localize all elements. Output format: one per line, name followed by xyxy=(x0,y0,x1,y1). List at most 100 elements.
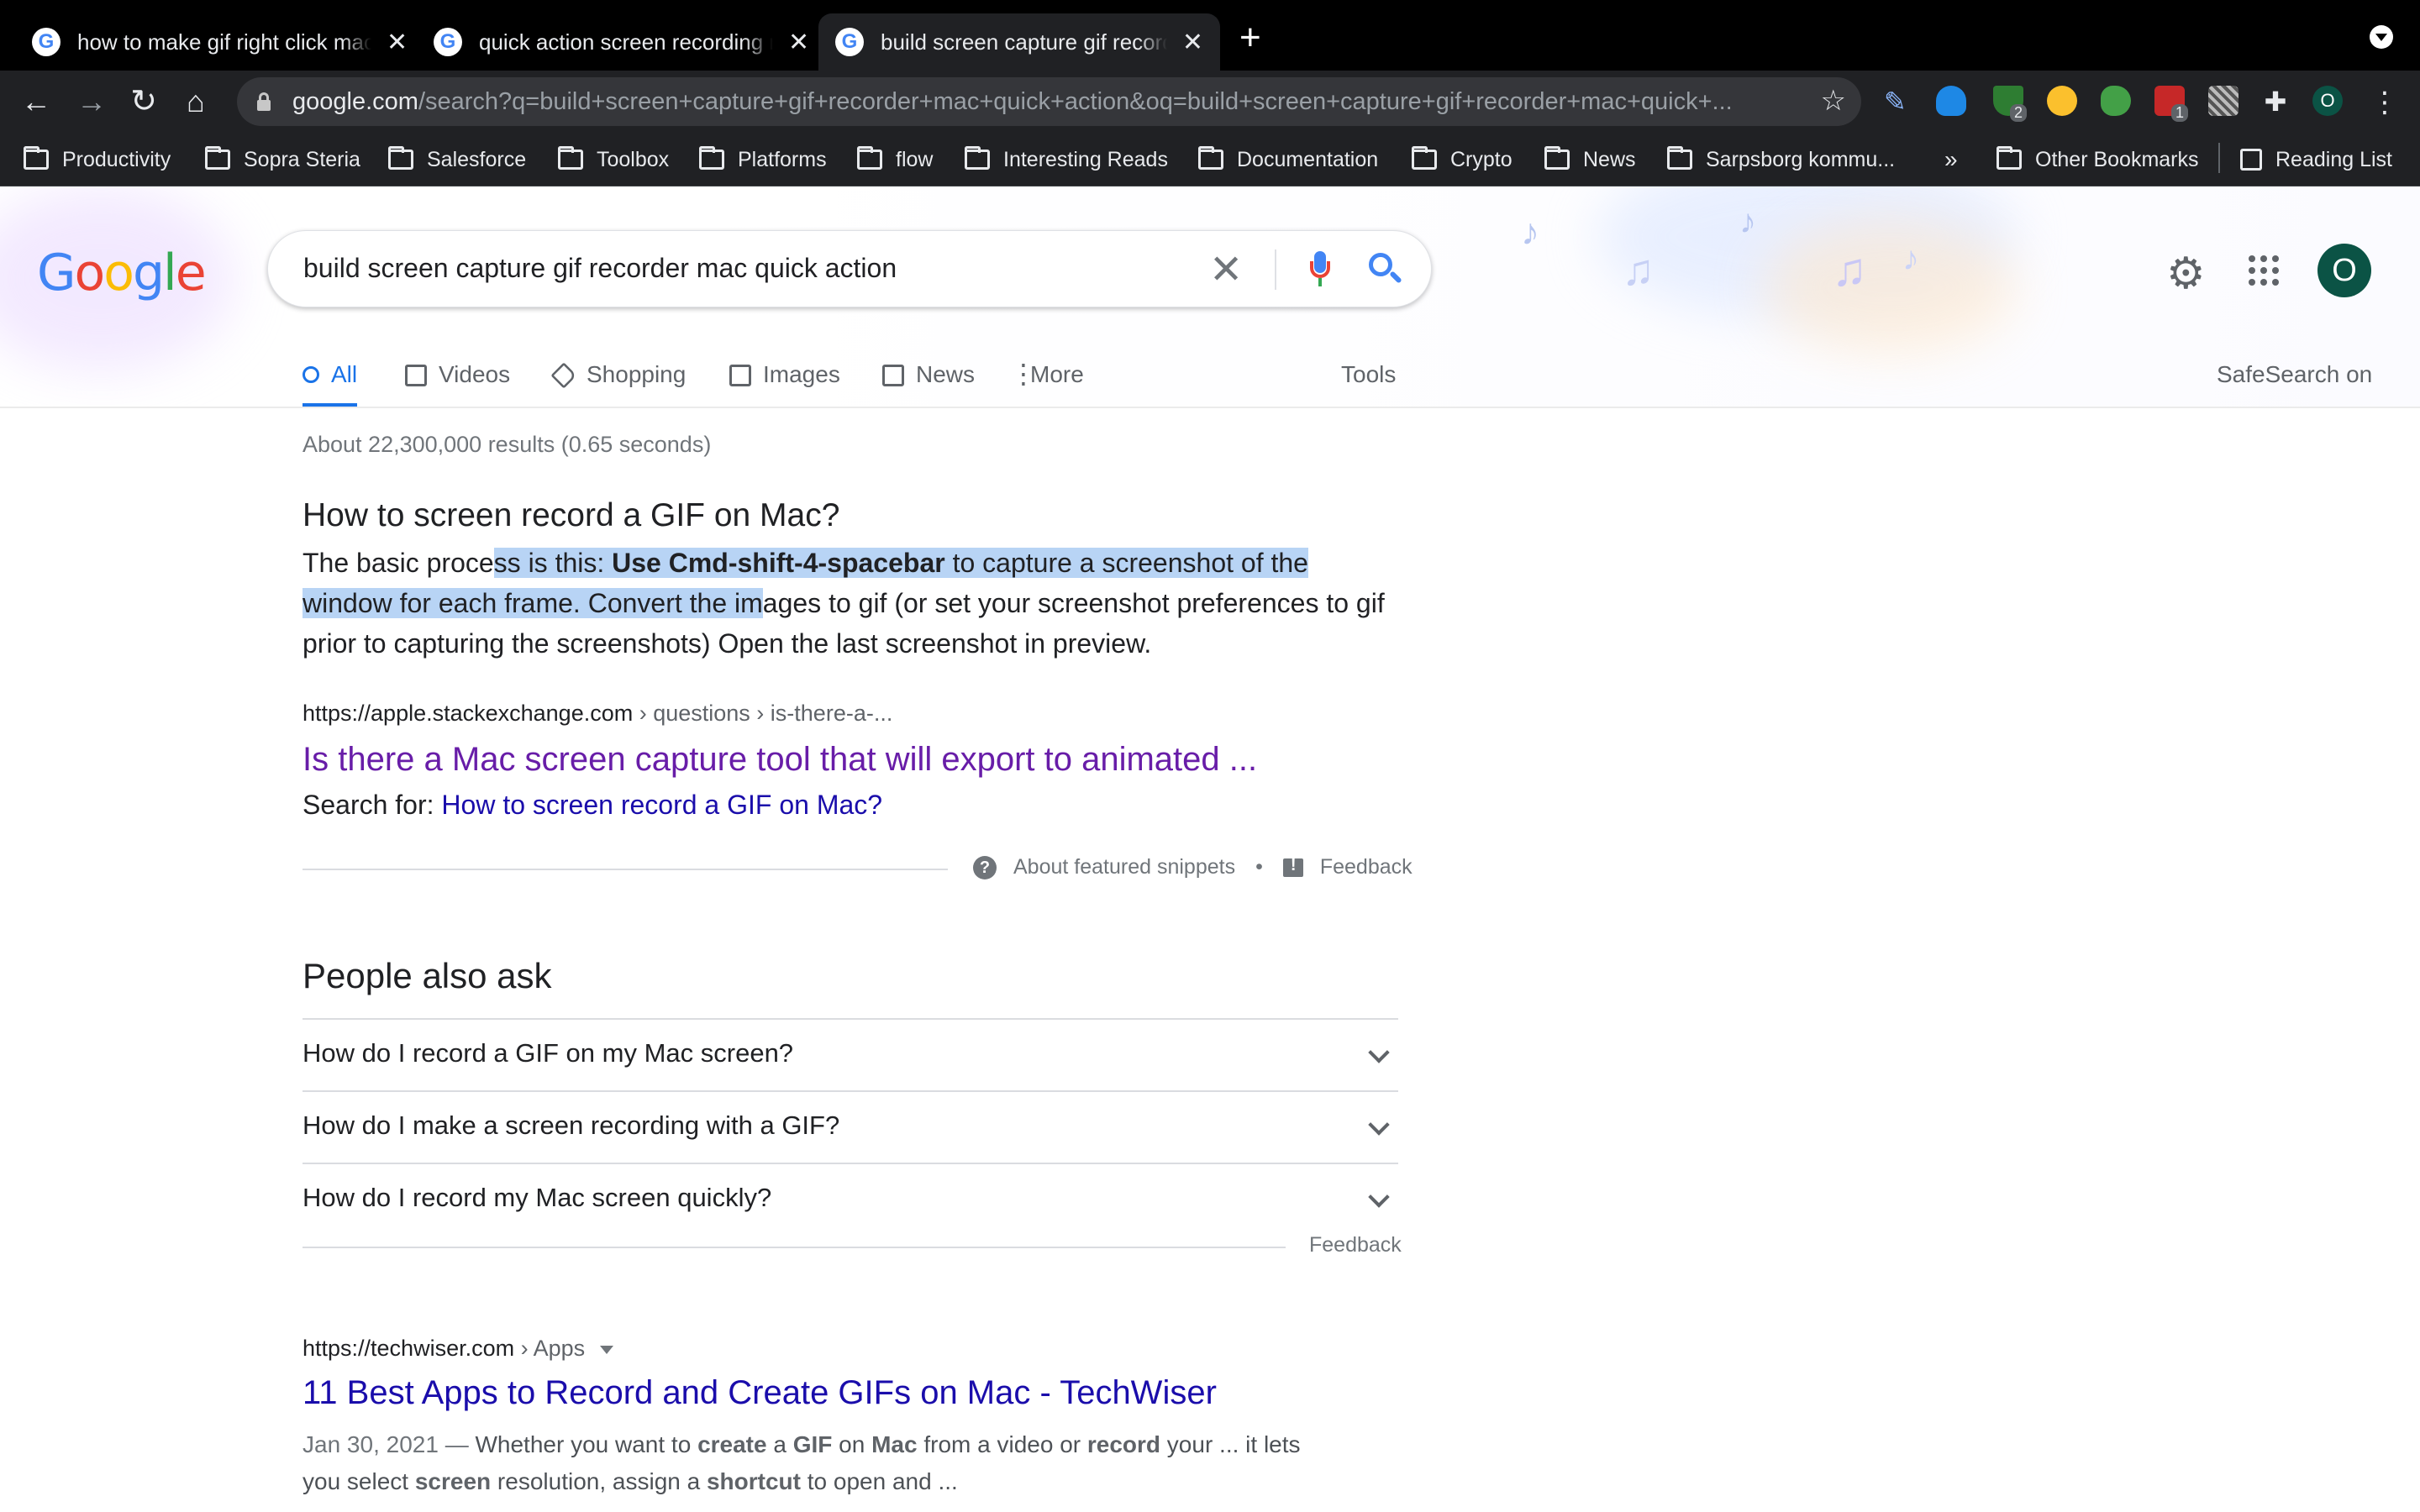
settings-gear-icon[interactable]: ⚙ xyxy=(2166,249,2206,299)
lock-icon[interactable] xyxy=(257,92,271,111)
bookmark-folder[interactable]: Crypto xyxy=(1412,144,1512,175)
search-box[interactable]: build screen capture gif recorder mac qu… xyxy=(267,230,1432,307)
puzzle-extensions-icon[interactable]: ✚ xyxy=(2260,86,2291,117)
url-text[interactable]: google.com/search?q=build+screen+capture… xyxy=(292,88,1805,116)
result-title-link[interactable]: 11 Best Apps to Record and Create GIFs o… xyxy=(302,1374,1217,1412)
tab-title: build screen capture gif recorder xyxy=(881,29,1167,55)
new-tab-icon[interactable]: + xyxy=(1239,17,1261,59)
search-icon xyxy=(302,366,319,383)
bookmark-folder[interactable]: Platforms xyxy=(699,144,827,175)
tab-title: quick action screen recording mac xyxy=(479,29,773,55)
bookmark-folder[interactable]: flow xyxy=(857,144,933,175)
bookmark-folder[interactable]: Salesforce xyxy=(388,144,526,175)
bookmark-folder[interactable]: Interesting Reads xyxy=(965,144,1168,175)
bookmark-folder[interactable]: Productivity xyxy=(24,144,171,175)
shield-badge: 2 xyxy=(2010,104,2028,122)
folder-icon xyxy=(24,146,49,170)
folder-icon xyxy=(1667,146,1692,170)
tab-shopping[interactable]: Shopping xyxy=(550,354,686,407)
bookmark-folder[interactable]: Sarpsborg kommu... xyxy=(1667,144,1895,175)
browser-menu-icon[interactable]: ⋮ xyxy=(2370,86,2400,118)
tab-more[interactable]: More xyxy=(1010,354,1084,407)
qr-extension-icon[interactable] xyxy=(2208,86,2238,116)
home-icon[interactable]: ⌂ xyxy=(176,82,215,121)
folder-icon xyxy=(1412,146,1437,170)
google-favicon-icon: G xyxy=(835,28,864,56)
bookmark-folder[interactable]: Toolbox xyxy=(558,144,669,175)
pen-extension-icon[interactable]: ✎ xyxy=(1884,86,1914,117)
paa-question[interactable]: How do I record my Mac screen quickly? xyxy=(302,1163,1398,1235)
google-doodle-logo[interactable]: Google xyxy=(37,244,207,302)
folder-icon xyxy=(857,146,882,170)
back-icon[interactable]: ← xyxy=(17,82,55,121)
divider xyxy=(302,869,948,870)
bookmark-star-icon[interactable]: ☆ xyxy=(1821,84,1846,118)
close-tab-icon[interactable]: ✕ xyxy=(788,28,809,57)
google-apps-icon[interactable] xyxy=(2249,255,2279,286)
dropdown-caret-icon[interactable] xyxy=(600,1345,614,1354)
result-snippet: Jan 30, 2021 — Whether you want to creat… xyxy=(302,1431,1301,1494)
tab-images[interactable]: Images xyxy=(729,354,840,407)
paa-question[interactable]: How do I record a GIF on my Mac screen? xyxy=(302,1018,1398,1090)
bookmarks-overflow-button[interactable]: » xyxy=(1944,144,1958,175)
close-tab-icon[interactable]: ✕ xyxy=(387,28,408,57)
tools-button[interactable]: Tools xyxy=(1341,361,1396,388)
address-bar[interactable]: google.com/search?q=build+screen+capture… xyxy=(237,77,1861,126)
bookmark-folder[interactable]: Sopra Steria xyxy=(205,144,360,175)
bookmarks-divider xyxy=(2218,143,2220,173)
featured-snippet-question: How to screen record a GIF on Mac? xyxy=(302,497,840,533)
reading-list-button[interactable]: Reading List xyxy=(2240,144,2392,175)
search-input[interactable]: build screen capture gif recorder mac qu… xyxy=(303,253,897,284)
featured-snippet-text: The basic process is this: Use Cmd-shift… xyxy=(302,548,1385,659)
feedback-link[interactable]: Feedback xyxy=(1320,855,1413,879)
profile-avatar[interactable]: O xyxy=(2312,86,2343,116)
reload-icon[interactable]: ↻ xyxy=(124,82,163,121)
close-tab-icon[interactable]: ✕ xyxy=(1182,28,1203,57)
browser-tab-active[interactable]: G build screen capture gif recorder ✕ xyxy=(818,13,1220,71)
tab-videos[interactable]: Videos xyxy=(405,354,510,407)
evernote-extension-icon[interactable] xyxy=(2101,86,2131,116)
music-note-icon: ♫ xyxy=(1832,243,1867,296)
feedback-icon xyxy=(1282,856,1303,877)
folder-icon xyxy=(1996,146,2022,170)
browser-tab[interactable]: G how to make gif right click mac ✕ xyxy=(15,13,424,71)
music-note-icon: ♫ xyxy=(1622,246,1655,295)
tab-news[interactable]: News xyxy=(882,354,975,407)
folder-icon xyxy=(965,146,990,170)
doodle-background xyxy=(1765,220,2017,354)
account-avatar[interactable]: O xyxy=(2317,244,2371,297)
bookmark-folder[interactable]: Documentation xyxy=(1198,144,1378,175)
featured-snippet-footer: ? About featured snippets • Feedback xyxy=(973,855,1413,879)
chevron-down-icon xyxy=(1368,1042,1390,1063)
bookmark-folder[interactable]: News xyxy=(1544,144,1636,175)
cloud-extension-icon[interactable] xyxy=(1936,86,1966,116)
tab-search-icon[interactable] xyxy=(2370,25,2393,49)
help-icon: ? xyxy=(973,855,997,879)
folder-icon xyxy=(1544,146,1570,170)
tab-strip: G how to make gif right click mac ✕ G qu… xyxy=(0,0,2420,71)
tab-all[interactable]: All xyxy=(302,354,358,407)
folder-icon xyxy=(205,146,230,170)
safesearch-toggle[interactable]: SafeSearch on xyxy=(2217,361,2372,388)
other-bookmarks-folder[interactable]: Other Bookmarks xyxy=(1996,144,2199,175)
result-stats: About 22,300,000 results (0.65 seconds) xyxy=(302,432,712,457)
clear-search-icon[interactable]: ✕ xyxy=(1209,246,1243,293)
mask-extension-icon[interactable] xyxy=(2047,86,2077,116)
featured-snippet-title-link[interactable]: Is there a Mac screen capture tool that … xyxy=(302,741,1257,779)
folder-icon xyxy=(699,146,724,170)
paa-feedback-link[interactable]: Feedback xyxy=(1309,1233,1402,1257)
microphone-icon[interactable] xyxy=(1310,251,1330,288)
tab-title: how to make gif right click mac xyxy=(77,29,371,55)
paa-question[interactable]: How do I make a screen recording with a … xyxy=(302,1090,1398,1163)
search-for-link[interactable]: How to screen record a GIF on Mac? xyxy=(441,790,882,820)
featured-snippet-url[interactable]: https://apple.stackexchange.com › questi… xyxy=(302,701,892,727)
about-featured-snippets-link[interactable]: About featured snippets xyxy=(1013,855,1235,879)
chevron-down-icon xyxy=(1368,1186,1390,1208)
video-icon xyxy=(405,365,427,386)
google-favicon-icon: G xyxy=(434,28,462,56)
browser-tab[interactable]: G quick action screen recording mac ✕ xyxy=(417,13,826,71)
search-icon[interactable] xyxy=(1367,251,1404,288)
forward-icon[interactable]: → xyxy=(72,82,111,121)
result-url[interactable]: https://techwiser.com › Apps xyxy=(302,1336,614,1362)
folder-icon xyxy=(558,146,583,170)
